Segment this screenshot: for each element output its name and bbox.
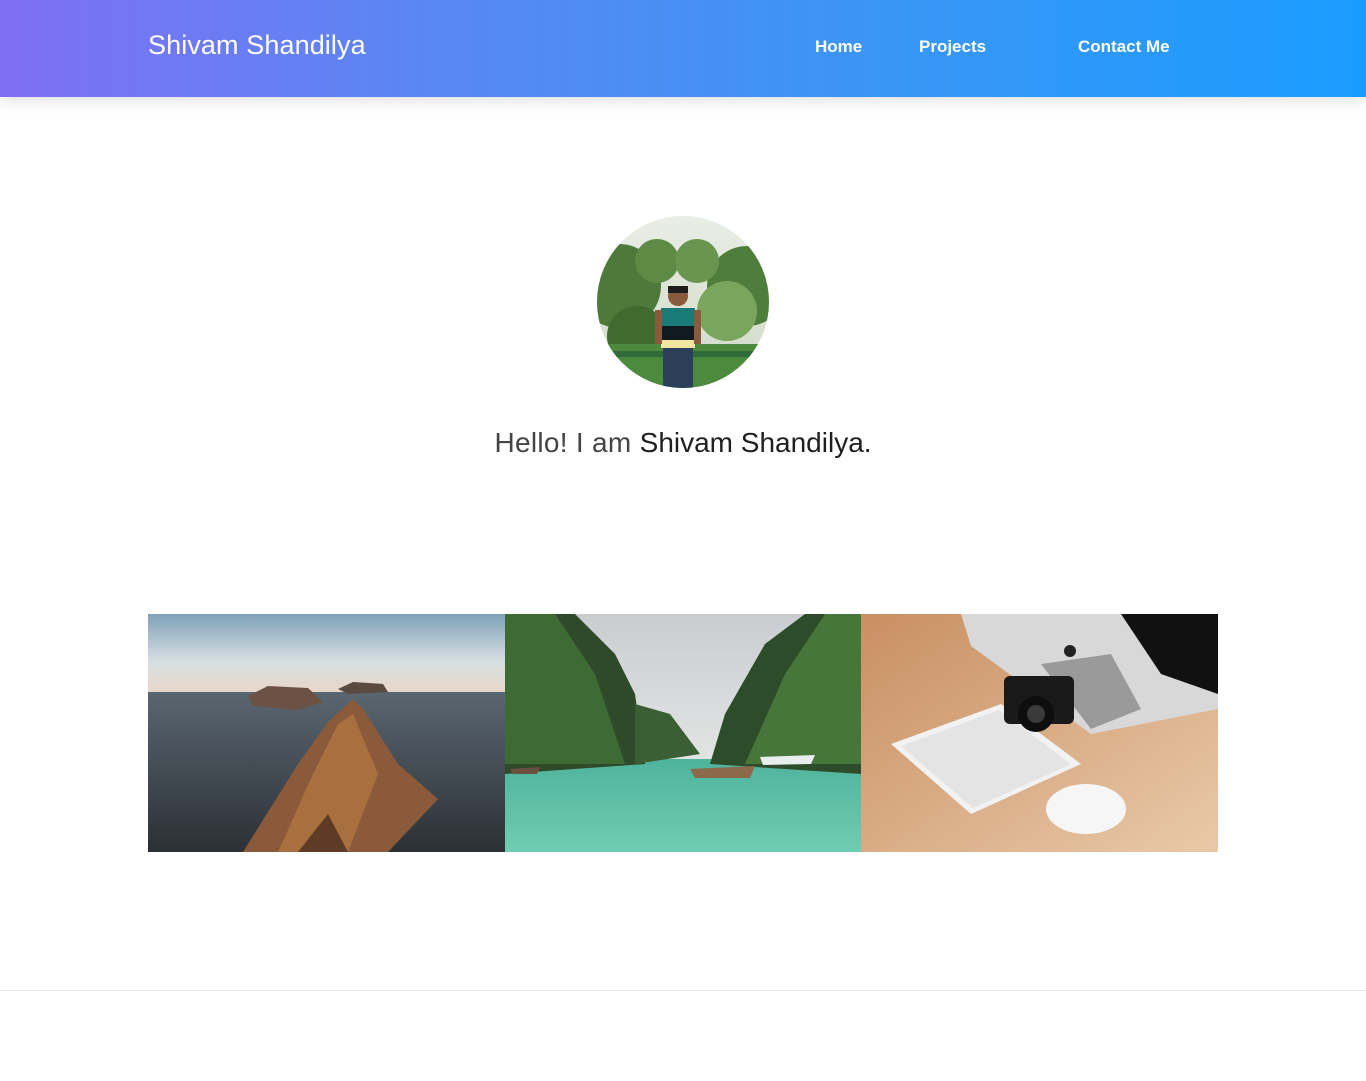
desk-photo-icon: [861, 614, 1218, 852]
profile-photo-icon: [597, 216, 769, 388]
gallery-image-lagoon[interactable]: [505, 614, 861, 852]
hero-section: Hello! I am Shivam Shandilya.: [0, 97, 1366, 597]
nav-link-contact[interactable]: Contact Me: [1078, 37, 1170, 57]
lagoon-photo-icon: [505, 614, 861, 852]
top-navbar: Shivam Shandilya Home Projects Contact M…: [0, 0, 1366, 97]
seascape-photo-icon: [148, 614, 505, 852]
hero-greeting: Hello! I am Shivam Shandilya.: [0, 427, 1366, 459]
nav-link-projects[interactable]: Projects: [919, 37, 986, 57]
profile-avatar: [597, 216, 769, 388]
gallery-image-seascape[interactable]: [148, 614, 505, 852]
photo-gallery: [148, 614, 1218, 852]
brand-logo-text[interactable]: Shivam Shandilya: [148, 30, 366, 61]
gallery-image-desk[interactable]: [861, 614, 1218, 852]
footer-divider: [0, 990, 1366, 991]
nav-link-home[interactable]: Home: [815, 37, 862, 57]
greeting-name: Shivam Shandilya.: [639, 427, 872, 458]
greeting-prefix: Hello! I am: [494, 427, 640, 458]
